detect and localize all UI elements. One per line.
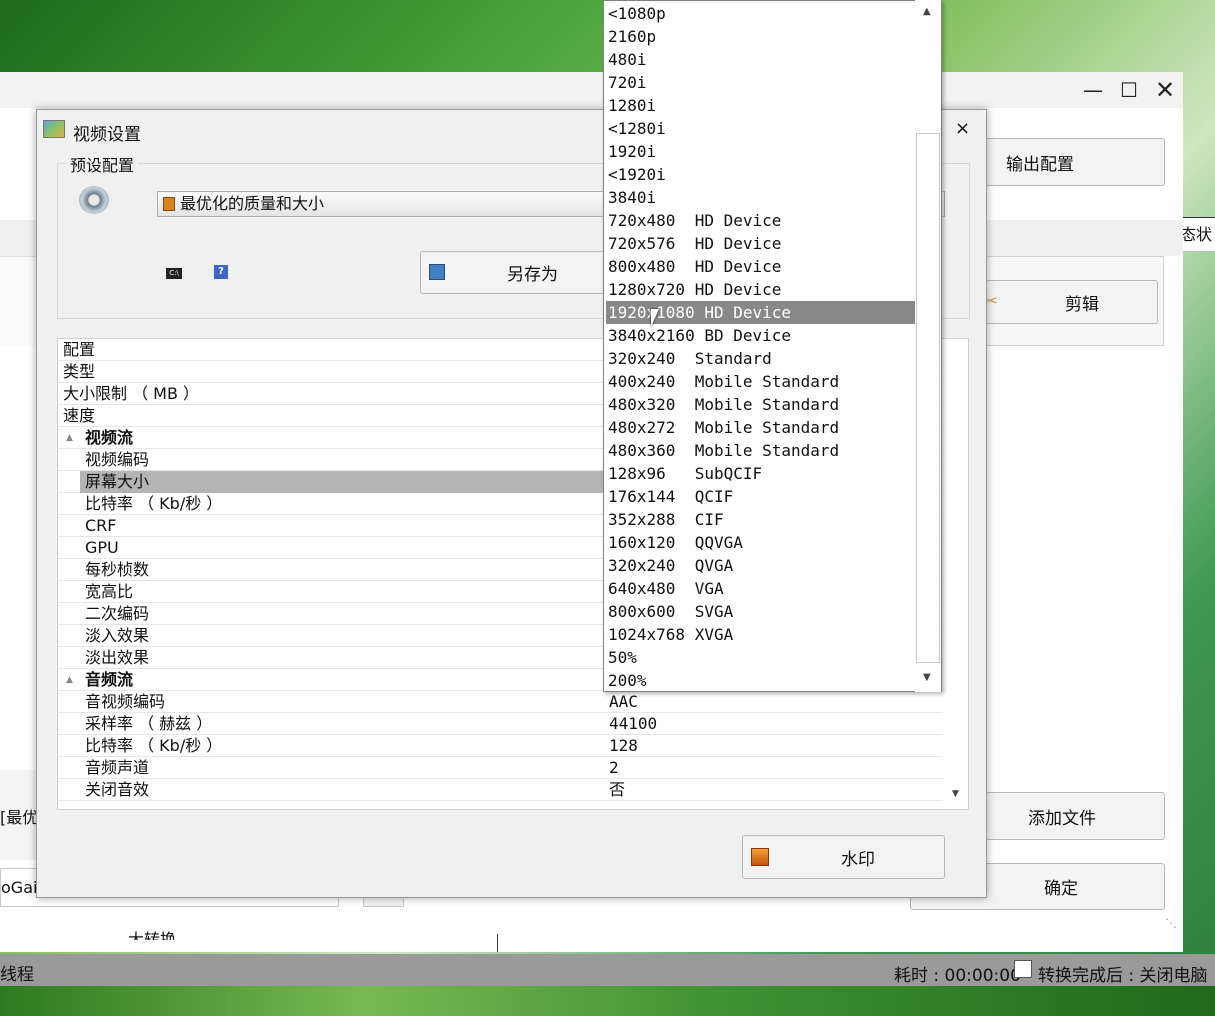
- dropdown-option[interactable]: 160x120 QQVGA: [606, 531, 916, 554]
- property-name: 屏幕大小: [80, 471, 604, 493]
- status-bar: 线程 耗时 : 00:00:00 转换完成后 : 关闭电脑: [0, 954, 1215, 986]
- property-name: 音视频编码: [85, 692, 166, 711]
- dropdown-option[interactable]: 720x480 HD Device: [606, 209, 916, 232]
- resize-grip-icon[interactable]: ⋱: [1165, 916, 1177, 930]
- preset-group-label: 预设配置: [66, 152, 139, 176]
- property-name: 视频编码: [85, 450, 150, 469]
- help-icon[interactable]: ?: [214, 265, 228, 279]
- property-name: 速度: [63, 406, 96, 425]
- preset-film-icon: [163, 197, 175, 211]
- cut-button[interactable]: ✂ 剪辑: [970, 280, 1158, 324]
- property-value[interactable]: 否: [609, 779, 625, 801]
- property-name: 采样率 （ 赫兹 ）: [85, 714, 213, 733]
- property-value[interactable]: 128: [609, 735, 638, 757]
- left-partial-text-1: [最优: [0, 808, 39, 827]
- property-row[interactable]: 音视频编码 AAC: [58, 691, 943, 713]
- elapsed-time-text: 耗时 : 00:00:00: [894, 966, 1021, 986]
- property-name: 配置: [63, 340, 96, 359]
- dropdown-option[interactable]: 720i: [606, 71, 916, 94]
- mouse-cursor-icon: [651, 309, 659, 327]
- property-name: 大小限制 （ MB ）: [63, 384, 200, 403]
- collapse-arrow-icon[interactable]: ▲: [66, 669, 73, 691]
- dropdown-option[interactable]: 400x240 Mobile Standard: [606, 370, 916, 393]
- property-row[interactable]: 比特率 （ Kb/秒 ） 128: [58, 735, 943, 757]
- dropdown-option[interactable]: 1280i: [606, 94, 916, 117]
- dropdown-option[interactable]: 320x240 Standard: [606, 347, 916, 370]
- command-line-icon[interactable]: C:\: [166, 268, 182, 279]
- status-tab-partial: 态状: [1183, 217, 1215, 251]
- dropdown-option[interactable]: 480x320 Mobile Standard: [606, 393, 916, 416]
- desktop-bottom: [0, 986, 1215, 1016]
- dialog-title: 视频设置: [73, 125, 141, 145]
- dropdown-option[interactable]: 800x600 SVGA: [606, 600, 916, 623]
- property-name: 音频流: [85, 670, 134, 689]
- dropdown-option[interactable]: 352x288 CIF: [606, 508, 916, 531]
- property-name: 淡出效果: [85, 648, 150, 667]
- after-convert-text: 转换完成后 : 关闭电脑: [1038, 966, 1208, 986]
- dropdown-option[interactable]: 480i: [606, 48, 916, 71]
- property-name: 二次编码: [85, 604, 150, 623]
- property-name: CRF: [85, 516, 117, 535]
- left-panel: [0, 256, 40, 346]
- property-value[interactable]: 44100: [609, 713, 657, 735]
- dropdown-option[interactable]: 2160p: [606, 25, 916, 48]
- dropdown-option[interactable]: 480x272 Mobile Standard: [606, 416, 916, 439]
- grid-scroll-down-icon[interactable]: ▼: [952, 789, 959, 799]
- dropdown-option[interactable]: 3840x2160 BD Device: [606, 324, 916, 347]
- dropdown-scroll-up-icon[interactable]: ▲: [923, 6, 931, 17]
- property-value[interactable]: AAC: [609, 691, 638, 713]
- watermark-button[interactable]: 水印: [742, 835, 945, 879]
- text-cursor: [497, 934, 498, 952]
- property-name: 每秒桢数: [85, 560, 150, 579]
- minimize-icon[interactable]: —: [1078, 78, 1108, 102]
- dropdown-scroll-down-icon[interactable]: ▼: [923, 672, 931, 683]
- property-name: 比特率 （ Kb/秒 ）: [85, 494, 223, 513]
- dropdown-scroll-thumb[interactable]: [916, 133, 940, 663]
- dropdown-option[interactable]: 176x144 QCIF: [606, 485, 916, 508]
- main-titlebar: [0, 72, 1183, 108]
- property-name: 类型: [63, 362, 96, 381]
- property-name: 关闭音效: [85, 780, 150, 799]
- dropdown-option[interactable]: 720x576 HD Device: [606, 232, 916, 255]
- dropdown-option[interactable]: 800x480 HD Device: [606, 255, 916, 278]
- dropdown-option[interactable]: 640x480 VGA: [606, 577, 916, 600]
- property-name: 宽高比: [85, 582, 134, 601]
- property-name: 视频流: [85, 428, 134, 447]
- property-value[interactable]: 2: [609, 757, 619, 779]
- left-partial-text-3: 大转换: [128, 930, 177, 940]
- dialog-close-icon[interactable]: ×: [955, 118, 970, 139]
- dropdown-option[interactable]: 320x240 QVGA: [606, 554, 916, 577]
- property-name: GPU: [85, 538, 119, 557]
- dropdown-option[interactable]: <1920i: [606, 163, 916, 186]
- shutdown-checkbox[interactable]: [1014, 960, 1032, 978]
- status-threads-text: 线程: [0, 965, 34, 985]
- property-name: 比特率 （ Kb/秒 ）: [85, 736, 223, 755]
- dialog-app-icon: [43, 120, 65, 138]
- dropdown-option[interactable]: 50%: [606, 646, 916, 669]
- collapse-arrow-icon[interactable]: ▲: [66, 427, 73, 449]
- property-row[interactable]: 采样率 （ 赫兹 ） 44100: [58, 713, 943, 735]
- dropdown-option[interactable]: 3840i: [606, 186, 916, 209]
- watermark-icon: [751, 848, 769, 866]
- property-row[interactable]: 音频声道 2: [58, 757, 943, 779]
- dropdown-option[interactable]: 1920i: [606, 140, 916, 163]
- maximize-icon[interactable]: ☐: [1114, 78, 1144, 102]
- dropdown-option[interactable]: 480x360 Mobile Standard: [606, 439, 916, 462]
- dropdown-option[interactable]: 1280x720 HD Device: [606, 278, 916, 301]
- dropdown-option[interactable]: <1080p: [606, 2, 916, 25]
- property-name: 音频声道: [85, 758, 150, 777]
- dropdown-option[interactable]: 1024x768 XVGA: [606, 623, 916, 646]
- property-name: 淡入效果: [85, 626, 150, 645]
- close-icon[interactable]: ✕: [1150, 78, 1180, 102]
- dropdown-option[interactable]: 128x96 SubQCIF: [606, 462, 916, 485]
- screen-size-dropdown-list: <1080p 2160p 480i 720i 1280i <1280i 1920i <1920…: [603, 0, 942, 692]
- save-disk-icon: [429, 264, 445, 280]
- dropdown-option[interactable]: 200%: [606, 669, 916, 691]
- property-row[interactable]: 关闭音效 否: [58, 779, 943, 801]
- dropdown-option[interactable]: <1280i: [606, 117, 916, 140]
- film-reel-icon: [79, 186, 109, 214]
